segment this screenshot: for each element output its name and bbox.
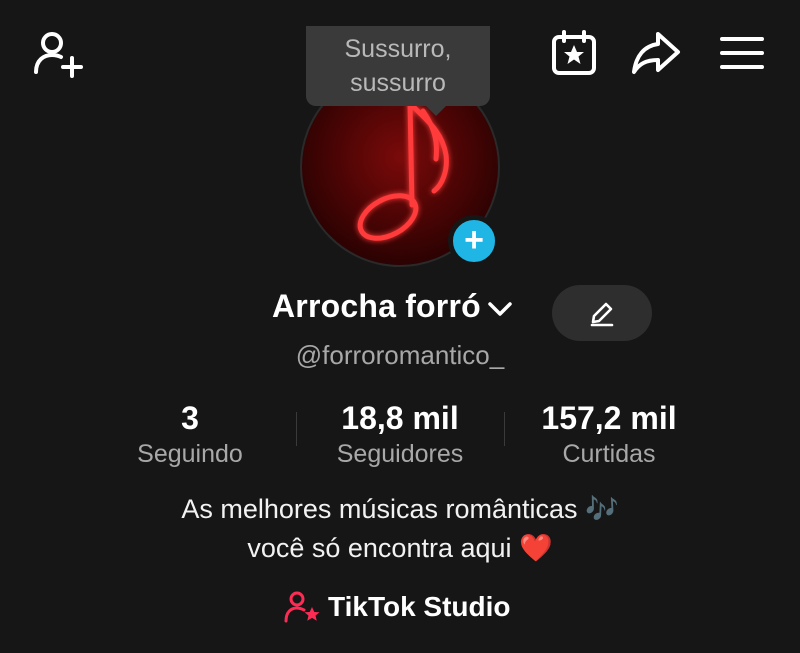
tiktok-studio-link[interactable]: TikTok Studio: [284, 590, 511, 624]
hamburger-menu-icon: [720, 37, 764, 69]
pencil-icon: [590, 302, 614, 327]
followers-label: Seguidores: [336, 440, 464, 468]
profile-name-switcher[interactable]: Arrocha forró: [272, 288, 513, 325]
likes-count: 157,2 mil: [541, 400, 677, 436]
following-count: 3: [181, 400, 199, 436]
profile-username: @forroromantico_: [295, 340, 505, 370]
creator-star-icon: [284, 591, 320, 623]
person-plus-icon: [34, 32, 83, 78]
stat-following[interactable]: 3 Seguindo: [120, 398, 260, 470]
tiktok-studio-label: TikTok Studio: [328, 591, 511, 622]
share-button[interactable]: [630, 30, 682, 76]
plus-icon: +: [464, 221, 484, 259]
tooltip-line-2: sussurro: [350, 69, 446, 97]
add-friend-button[interactable]: [30, 28, 86, 78]
following-label: Seguindo: [137, 440, 243, 468]
stats-divider: [296, 412, 297, 446]
stats-divider: [504, 412, 505, 446]
chevron-down-icon: [488, 301, 512, 316]
calendar-button[interactable]: [550, 30, 598, 76]
status-tooltip[interactable]: Sussurro, sussurro: [306, 26, 490, 116]
followers-count: 18,8 mil: [341, 400, 459, 436]
tooltip-line-1: Sussurro,: [344, 35, 452, 63]
share-arrow-icon: [632, 32, 680, 74]
menu-button[interactable]: [718, 32, 766, 74]
likes-label: Curtidas: [562, 440, 656, 468]
bio-line-1: As melhores músicas românticas 🎶: [181, 494, 619, 524]
edit-profile-button[interactable]: [552, 285, 652, 341]
add-avatar-button[interactable]: +: [448, 215, 500, 267]
bio-line-2: você só encontra aqui ❤️: [247, 533, 553, 563]
stat-likes[interactable]: 157,2 mil Curtidas: [524, 398, 694, 470]
stat-followers[interactable]: 18,8 mil Seguidores: [320, 398, 480, 470]
profile-name: Arrocha forró: [272, 288, 481, 324]
calendar-star-icon: [552, 30, 596, 75]
